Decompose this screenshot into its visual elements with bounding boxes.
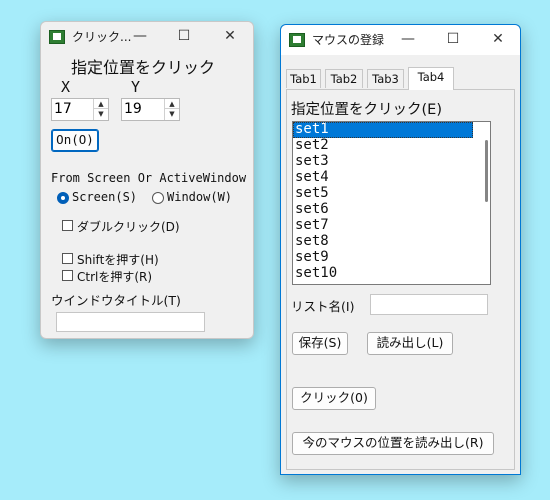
title-bar: クリック... — ☐ ✕ [41,22,253,52]
y-label: Y [131,78,141,96]
ctrl-label: Ctrlを押す(R) [77,270,153,284]
list-item[interactable]: set10 [293,266,473,282]
heading: 指定位置をクリック [71,58,216,77]
heading: 指定位置をクリック(E) [291,102,442,118]
window-title: マウスの登録 [312,33,385,47]
double-click-checkbox[interactable] [62,220,73,231]
app-icon [49,30,65,44]
list-item[interactable]: set9 [293,250,473,266]
title-bar: マウスの登録 — ☐ ✕ [281,25,520,55]
shift-label: Shiftを押す(H) [77,253,159,267]
shift-checkbox[interactable] [62,253,73,264]
list-item[interactable]: set4 [293,170,473,186]
close-icon[interactable]: ✕ [481,25,515,55]
click-window: クリック... — ☐ ✕ 指定位置をクリック X Y 17 ▲ ▼ 19 ▲ … [40,21,254,339]
set-listbox[interactable]: set1 set2 set3 set4 set5 set6 set7 set8 set9 set1… [292,121,491,285]
list-item[interactable]: set2 [293,138,473,154]
double-click-label: ダブルクリック(D) [77,220,180,234]
minimize-icon[interactable]: — [123,22,157,52]
arrow-down-icon[interactable]: ▼ [94,109,108,119]
on-button[interactable]: On(O) [51,129,99,152]
app-icon [289,33,305,47]
from-label: From Screen Or ActiveWindow [51,171,247,185]
tab-3[interactable]: Tab3 [367,69,404,88]
list-name-input[interactable] [370,294,488,315]
tab-4[interactable]: Tab4 [408,67,454,90]
radio-window[interactable] [152,192,164,204]
tab-2[interactable]: Tab2 [325,69,363,88]
list-name-label: リスト名(I) [291,299,355,314]
mouse-register-window: マウスの登録 — ☐ ✕ Tab1 Tab2 Tab3 Tab4 指定位置をクリ… [280,24,521,475]
arrow-up-icon[interactable]: ▲ [165,99,179,109]
x-label: X [61,78,71,96]
arrow-down-icon[interactable]: ▼ [165,109,179,119]
read-mouse-position-button[interactable]: 今のマウスの位置を読み出し(R) [292,432,494,455]
maximize-icon[interactable]: ☐ [167,22,201,52]
minimize-icon[interactable]: — [391,25,425,55]
window-title-label: ウインドウタイトル(T) [51,293,181,308]
ctrl-checkbox[interactable] [62,270,73,281]
click-button[interactable]: クリック(0) [292,387,376,410]
close-icon[interactable]: ✕ [213,22,247,52]
scrollbar-thumb[interactable] [485,140,488,202]
maximize-icon[interactable]: ☐ [436,25,470,55]
save-button[interactable]: 保存(S) [292,332,348,355]
list-item[interactable]: set7 [293,218,473,234]
x-stepper[interactable]: 17 ▲ ▼ [51,98,109,121]
radio-screen[interactable] [57,192,69,204]
list-item[interactable]: set3 [293,154,473,170]
list-items: set1 set2 set3 set4 set5 set6 set7 set8 set9 set1… [293,122,490,282]
list-item[interactable]: set8 [293,234,473,250]
arrow-up-icon[interactable]: ▲ [94,99,108,109]
list-item[interactable]: set5 [293,186,473,202]
y-value: 19 [124,101,142,117]
load-button[interactable]: 読み出し(L) [367,332,453,355]
radio-screen-label: Screen(S) [72,190,138,204]
tab-1[interactable]: Tab1 [286,69,321,88]
x-value: 17 [54,101,72,117]
radio-window-label: Window(W) [167,190,233,204]
y-stepper[interactable]: 19 ▲ ▼ [121,98,180,121]
list-item[interactable]: set1 [293,122,473,138]
list-item[interactable]: set6 [293,202,473,218]
window-title-input[interactable] [56,312,205,332]
